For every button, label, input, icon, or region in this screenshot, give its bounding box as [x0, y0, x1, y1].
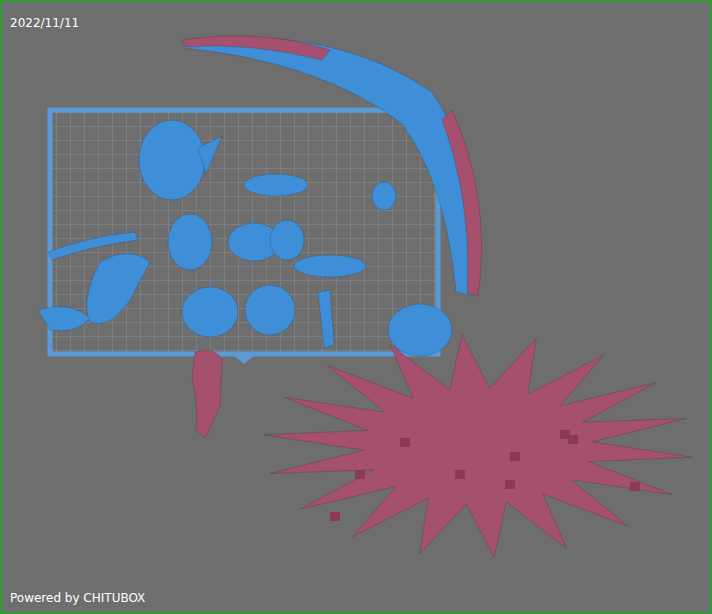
model-part[interactable]	[182, 38, 475, 296]
model-part[interactable]	[270, 220, 304, 260]
support-mark	[400, 438, 410, 447]
support-mark	[355, 470, 365, 479]
model-part[interactable]	[192, 350, 222, 438]
watermark: Powered by CHITUBOX	[2, 591, 710, 612]
model-part[interactable]	[87, 254, 150, 324]
model-part[interactable]	[264, 334, 692, 557]
timestamp: 2022/11/11	[2, 2, 710, 30]
model-part[interactable]	[198, 136, 222, 174]
support-mark	[455, 470, 465, 479]
model-part[interactable]	[318, 290, 334, 348]
model-part[interactable]	[38, 306, 90, 330]
support-mark	[630, 482, 640, 491]
model-scene[interactable]	[0, 0, 712, 614]
model-part[interactable]	[388, 304, 452, 356]
model-part[interactable]	[372, 182, 396, 210]
model-part[interactable]	[139, 120, 205, 200]
support-mark	[510, 452, 520, 461]
support-mark	[505, 480, 515, 489]
support-mark	[568, 435, 578, 444]
model-part[interactable]	[168, 214, 212, 270]
model-part[interactable]	[244, 174, 308, 196]
model-part[interactable]	[245, 285, 295, 335]
slicer-viewport[interactable]: 2022/11/11 Powered by CHITUBOX	[0, 0, 712, 614]
model-part[interactable]	[294, 255, 366, 277]
model-part[interactable]	[182, 287, 238, 337]
support-mark	[330, 512, 340, 521]
model-part[interactable]	[182, 36, 482, 296]
